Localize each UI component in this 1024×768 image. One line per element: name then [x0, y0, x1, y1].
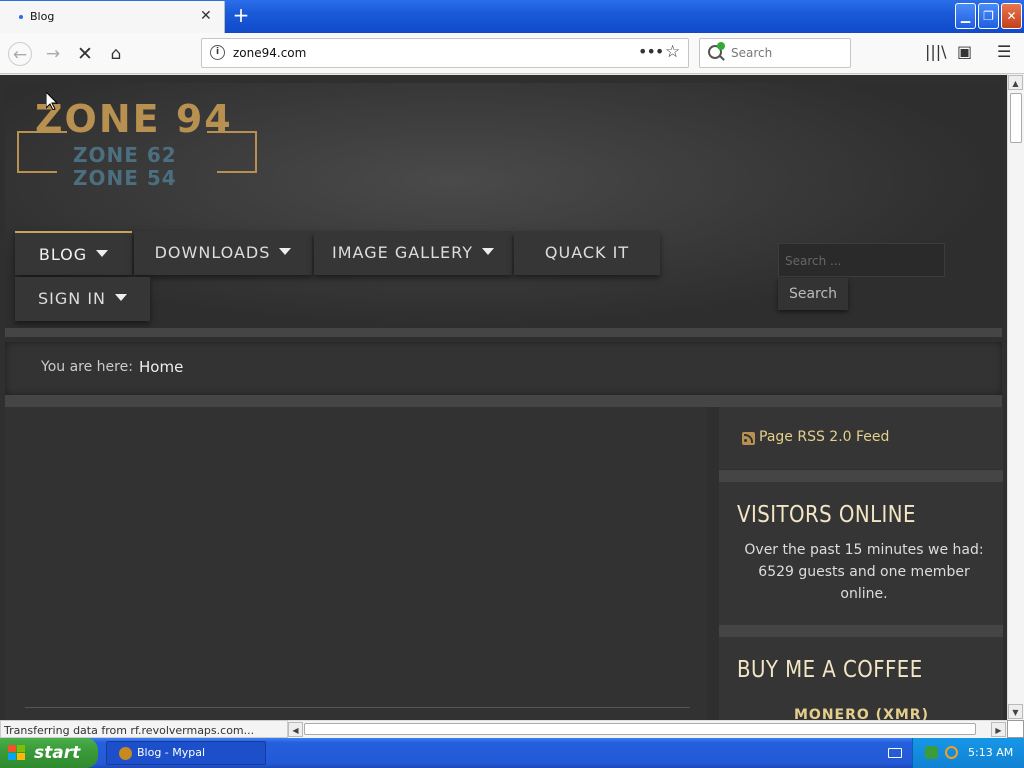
restore-button[interactable]: ❐ — [978, 3, 999, 29]
clock: 5:13 AM — [968, 746, 1014, 759]
system-tray: 5:13 AM — [912, 738, 1024, 768]
breadcrumb-label: You are here: — [41, 359, 133, 375]
stop-loading-icon[interactable]: ✕ — [73, 42, 97, 66]
taskbar-window-label: Blog - Mypal — [137, 746, 206, 759]
logo-main-text: ZONE 94 — [35, 97, 233, 141]
site-search-input[interactable]: Search ... — [778, 243, 945, 277]
web-page: ZONE 94 ZONE 62 ZONE 54 BLOG DOWNLOADS I… — [0, 75, 1007, 720]
screen: Blog ✕ + ▁ ❐ ✕ ← → ✕ ⌂ i zone94.com ••• … — [0, 0, 1024, 768]
menu-item-blog[interactable]: BLOG — [15, 231, 132, 275]
divider — [719, 470, 1003, 482]
rss-module: Page RSS 2.0 Feed — [719, 407, 1003, 469]
url-text[interactable]: zone94.com — [233, 46, 306, 60]
menu-label: IMAGE GALLERY — [332, 243, 473, 262]
main-content — [5, 407, 707, 720]
menu-item-image-gallery[interactable]: IMAGE GALLERY — [314, 231, 512, 275]
back-arrow-icon[interactable]: ← — [8, 42, 32, 66]
visitors-title: VISITORS ONLINE — [737, 502, 916, 528]
dropdown-caret-icon — [115, 294, 127, 301]
close-window-button[interactable]: ✕ — [1001, 3, 1022, 29]
taskbar-window-mypal[interactable]: Blog - Mypal — [106, 741, 266, 765]
new-tab-button[interactable]: + — [232, 5, 250, 25]
keyboard-layout-icon[interactable] — [888, 748, 902, 758]
scroll-left-icon[interactable]: ◀ — [288, 722, 303, 737]
browser-search-box[interactable]: Search — [699, 38, 851, 68]
page-actions-icon[interactable]: ••• — [638, 42, 664, 61]
tab-title: Blog — [30, 10, 55, 23]
scroll-down-icon[interactable]: ▼ — [1008, 704, 1023, 719]
minimize-button[interactable]: ▁ — [955, 3, 976, 29]
scroll-corner — [1007, 720, 1024, 738]
dropdown-caret-icon — [96, 250, 109, 257]
coffee-title: BUY ME A COFFEE — [737, 657, 923, 683]
logo-quad — [8, 753, 16, 760]
status-bar: Transferring data from rf.revolvermaps.c… — [0, 720, 288, 738]
library-icon[interactable]: |||\ — [925, 42, 947, 61]
logo-quad — [17, 753, 25, 760]
network-shield-icon[interactable] — [925, 746, 938, 759]
dropdown-caret-icon — [279, 248, 292, 255]
add-search-engine-icon — [717, 42, 725, 50]
loading-dot-icon — [19, 15, 23, 19]
bookmark-star-icon[interactable]: ☆ — [665, 42, 680, 62]
vertical-scroll-thumb[interactable] — [1010, 93, 1022, 143]
breadcrumb: You are here: Home — [5, 342, 1002, 395]
mypal-app-icon — [119, 747, 132, 760]
site-search-button[interactable]: Search — [778, 278, 848, 310]
divider — [5, 395, 1002, 407]
mouse-cursor-icon — [46, 92, 58, 110]
sidebar-icon[interactable]: ▣ — [957, 42, 972, 61]
scroll-right-icon[interactable]: ▶ — [991, 722, 1006, 737]
tab-strip: Blog ✕ + ▁ ❐ ✕ — [0, 0, 1024, 33]
menu-label: QUACK IT — [544, 243, 630, 262]
home-icon[interactable]: ⌂ — [104, 42, 128, 66]
menu-item-quack-it[interactable]: QUACK IT — [514, 231, 660, 275]
logo-quad — [8, 745, 16, 752]
forward-arrow-icon[interactable]: → — [41, 42, 65, 66]
search-tray-icon[interactable] — [945, 746, 958, 759]
taskbar: start Blog - Mypal 5:13 AM — [0, 738, 1024, 768]
site-header: ZONE 94 ZONE 62 ZONE 54 BLOG DOWNLOADS I… — [5, 83, 1002, 328]
menu-label: DOWNLOADS — [154, 243, 271, 262]
menu-label: BLOG — [38, 245, 88, 264]
windows-logo-icon — [8, 745, 26, 761]
hamburger-menu-icon[interactable]: ☰ — [997, 42, 1011, 61]
rss-feed-icon[interactable] — [742, 432, 755, 445]
coffee-module: BUY ME A COFFEE MONERO (XMR) — [719, 637, 1003, 720]
logo-sub-text-1: ZONE 62 — [73, 143, 177, 167]
divider — [719, 625, 1003, 637]
navigation-toolbar: ← → ✕ ⌂ i zone94.com ••• ☆ Search |||\ ▣… — [0, 33, 1024, 74]
dropdown-caret-icon — [481, 248, 494, 255]
horizontal-scrollbar[interactable]: ◀ ▶ — [288, 720, 1007, 738]
visitors-module: VISITORS ONLINE Over the past 15 minutes… — [719, 482, 1003, 625]
menu-label: SIGN IN — [37, 289, 106, 308]
rss-link[interactable]: Page RSS 2.0 Feed — [759, 429, 889, 445]
monero-label: MONERO (XMR) — [794, 707, 929, 720]
start-label: start — [34, 743, 81, 763]
vertical-scrollbar[interactable]: ▲ ▼ — [1007, 74, 1024, 720]
site-info-icon[interactable]: i — [210, 45, 225, 60]
breadcrumb-home: Home — [139, 358, 184, 376]
visitors-text: Over the past 15 minutes we had: 6529 gu… — [744, 542, 984, 602]
scroll-up-icon[interactable]: ▲ — [1008, 75, 1023, 90]
logo-quad — [17, 745, 25, 752]
start-button[interactable]: start — [0, 738, 98, 768]
menu-item-sign-in[interactable]: SIGN IN — [15, 277, 150, 321]
content-divider — [25, 707, 690, 708]
horizontal-scroll-thumb[interactable] — [304, 723, 976, 735]
divider — [5, 328, 1002, 337]
logo-sub-text-2: ZONE 54 — [73, 166, 177, 190]
tab-close-icon[interactable]: ✕ — [200, 9, 212, 23]
logo-line — [217, 171, 257, 173]
search-placeholder: Search — [731, 46, 773, 60]
tab-blog[interactable]: Blog ✕ — [0, 1, 225, 33]
menu-item-downloads[interactable]: DOWNLOADS — [134, 231, 312, 275]
logo-line — [17, 171, 57, 173]
url-bar[interactable]: i zone94.com ••• ☆ — [201, 38, 689, 68]
